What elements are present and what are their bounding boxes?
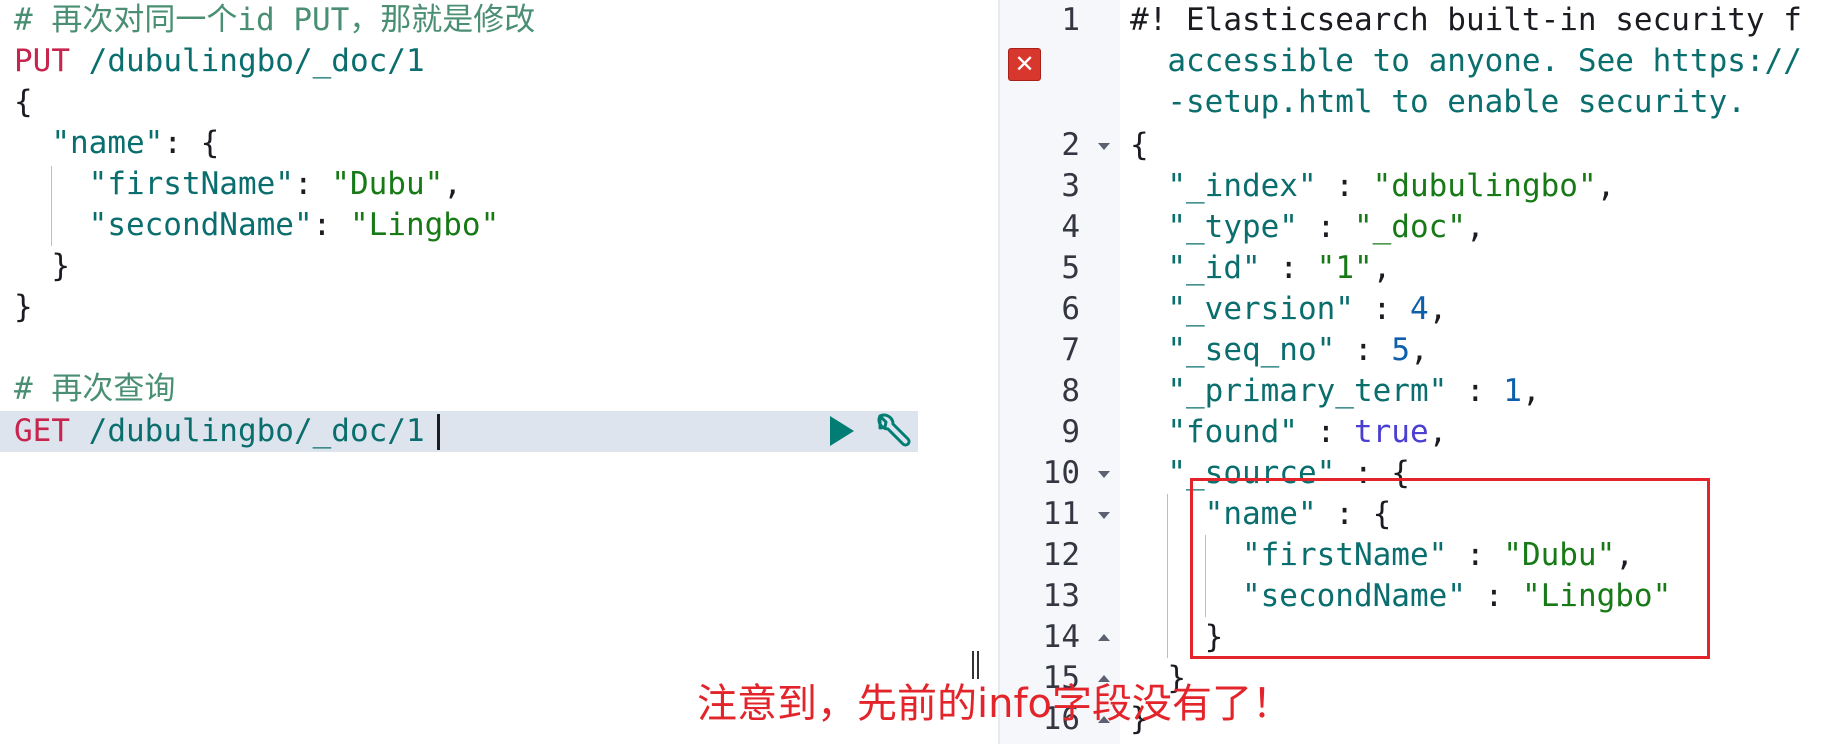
- json-line-secondname: "secondName" : "Lingbo": [1130, 578, 1672, 614]
- json-line-type: "_type" : "_doc",: [1130, 209, 1485, 245]
- code-line-1[interactable]: # 再次对同一个id PUT，那就是修改: [14, 0, 535, 41]
- code-line-2[interactable]: PUT /dubulingbo/_doc/1: [14, 41, 425, 82]
- fold-toggle-icon[interactable]: [1098, 471, 1110, 478]
- code-line-7[interactable]: }: [14, 246, 70, 287]
- request-path: /dubulingbo/_doc/1: [70, 43, 425, 79]
- brace: {: [14, 84, 33, 120]
- json-brace: {: [1130, 127, 1149, 163]
- request-editor[interactable]: # 再次对同一个id PUT，那就是修改 PUT /dubulingbo/_do…: [0, 0, 998, 744]
- indent-guide: [1205, 535, 1206, 617]
- comment-text: # 再次对同一个id PUT，那就是修改: [14, 2, 536, 38]
- json-key: "name": [14, 125, 164, 161]
- http-method: PUT: [14, 43, 70, 79]
- response-panel[interactable]: 1 2 3 4 5 6 7 8 9 10 11 12 13 14 15 16 ✕…: [1000, 0, 1823, 744]
- json-line-index: "_index" : "dubulingbo",: [1130, 168, 1616, 204]
- punct: ,: [443, 166, 462, 202]
- fold-toggle-icon[interactable]: [1098, 634, 1110, 641]
- brace: }: [14, 248, 70, 284]
- fold-toggle-icon[interactable]: [1098, 143, 1110, 150]
- code-line-3[interactable]: {: [14, 82, 33, 123]
- json-line-name: "name" : {: [1130, 496, 1392, 532]
- comment-text: # 再次查询: [14, 371, 176, 407]
- brace: }: [14, 289, 33, 325]
- play-icon: [830, 416, 854, 446]
- warning-line: -setup.html to enable security.: [1130, 84, 1746, 120]
- code-line-6[interactable]: "secondName": "Lingbo": [14, 205, 500, 246]
- line-number-gutter: 1 2 3 4 5 6 7 8 9 10 11 12 13 14 15 16 ✕: [1000, 0, 1120, 744]
- code-line-8[interactable]: }: [14, 287, 33, 328]
- code-line-4[interactable]: "name": {: [14, 123, 219, 164]
- indent-guide: [51, 166, 52, 246]
- run-request-button[interactable]: [826, 414, 858, 448]
- line-number: 10: [1042, 455, 1080, 491]
- resize-handle[interactable]: [971, 651, 983, 681]
- error-x-icon[interactable]: ✕: [1008, 48, 1041, 81]
- fold-toggle-icon[interactable]: [1098, 512, 1110, 519]
- line-number: 1: [1061, 2, 1080, 38]
- line-number: 5: [1061, 250, 1080, 286]
- http-method: GET: [14, 413, 70, 449]
- line-number: 13: [1042, 578, 1080, 614]
- json-line-seq-no: "_seq_no" : 5,: [1130, 332, 1429, 368]
- wrench-icon: [877, 413, 911, 447]
- json-string: "Dubu": [331, 166, 444, 202]
- indent-guide: [1167, 494, 1168, 658]
- json-line-found: "found" : true,: [1130, 414, 1448, 450]
- warning-line: accessible to anyone. See https://: [1130, 43, 1802, 79]
- json-line-version: "_version" : 4,: [1130, 291, 1448, 327]
- line-number: 12: [1042, 537, 1080, 573]
- line-number: 7: [1061, 332, 1080, 368]
- warning-line: #! Elasticsearch built-in security f: [1130, 2, 1802, 38]
- json-key: "secondName": [14, 207, 313, 243]
- line-number: 6: [1061, 291, 1080, 327]
- line-number: 3: [1061, 168, 1080, 204]
- line-number: 14: [1042, 619, 1080, 655]
- json-line-source: "_source" : {: [1130, 455, 1410, 491]
- text-cursor: [437, 414, 440, 450]
- code-line-10[interactable]: # 再次查询: [14, 369, 175, 410]
- punct: :: [312, 207, 350, 243]
- code-line-5[interactable]: "firstName": "Dubu",: [14, 164, 462, 205]
- json-line-primary-term: "_primary_term" : 1,: [1130, 373, 1541, 409]
- json-line-id: "_id" : "1",: [1130, 250, 1392, 286]
- line-number: 11: [1042, 496, 1080, 532]
- code-line-11[interactable]: GET /dubulingbo/_doc/1: [14, 411, 425, 452]
- annotation-text: 注意到，先前的info字段没有了！: [697, 681, 1293, 727]
- json-string: "Lingbo": [349, 207, 500, 243]
- line-number: 4: [1061, 209, 1080, 245]
- json-brace: }: [1130, 619, 1224, 655]
- punct: :: [293, 166, 332, 202]
- response-code: #! Elasticsearch built-in security f acc…: [1130, 0, 1823, 744]
- line-number: 2: [1061, 127, 1080, 163]
- line-number: 9: [1061, 414, 1080, 450]
- punct: : {: [163, 125, 220, 161]
- json-key: "firstName": [14, 166, 294, 202]
- line-number: 8: [1061, 373, 1080, 409]
- request-path: /dubulingbo/_doc/1: [70, 413, 425, 449]
- request-settings-button[interactable]: [871, 411, 913, 453]
